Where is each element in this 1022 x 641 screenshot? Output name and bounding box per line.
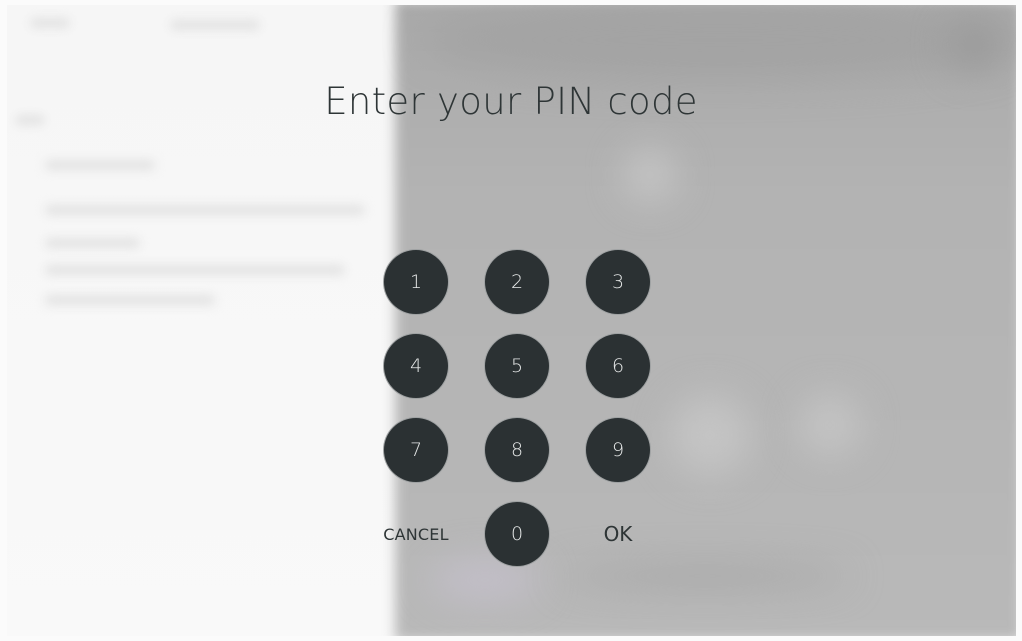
ok-button[interactable]: OK (578, 501, 658, 567)
blurred-element (45, 295, 215, 305)
blurred-element (800, 395, 860, 455)
blurred-element (45, 160, 155, 170)
blurred-element (30, 18, 70, 28)
digit-9-button[interactable]: 9 (585, 417, 651, 483)
digit-7-button[interactable]: 7 (383, 417, 449, 483)
cancel-button[interactable]: CANCEL (376, 501, 456, 567)
blurred-element (670, 395, 750, 475)
digit-5-button[interactable]: 5 (484, 333, 550, 399)
blurred-element (420, 0, 1022, 80)
digit-6-button[interactable]: 6 (585, 333, 651, 399)
digit-0-button[interactable]: 0 (484, 501, 550, 567)
blurred-element (625, 150, 675, 200)
digit-2-button[interactable]: 2 (484, 249, 550, 315)
blurred-element (45, 265, 345, 275)
page-title: Enter your PIN code (324, 80, 698, 123)
blurred-element (45, 205, 365, 215)
frame-edge (0, 0, 1022, 5)
pin-keypad: 1 2 3 4 5 6 7 8 9 CANCEL 0 OK (383, 249, 651, 569)
frame-edge (0, 636, 1022, 641)
blurred-element (170, 20, 260, 30)
digit-4-button[interactable]: 4 (383, 333, 449, 399)
digit-8-button[interactable]: 8 (484, 417, 550, 483)
digit-1-button[interactable]: 1 (383, 249, 449, 315)
digit-3-button[interactable]: 3 (585, 249, 651, 315)
blurred-element (950, 20, 1000, 70)
blurred-element (45, 238, 140, 248)
